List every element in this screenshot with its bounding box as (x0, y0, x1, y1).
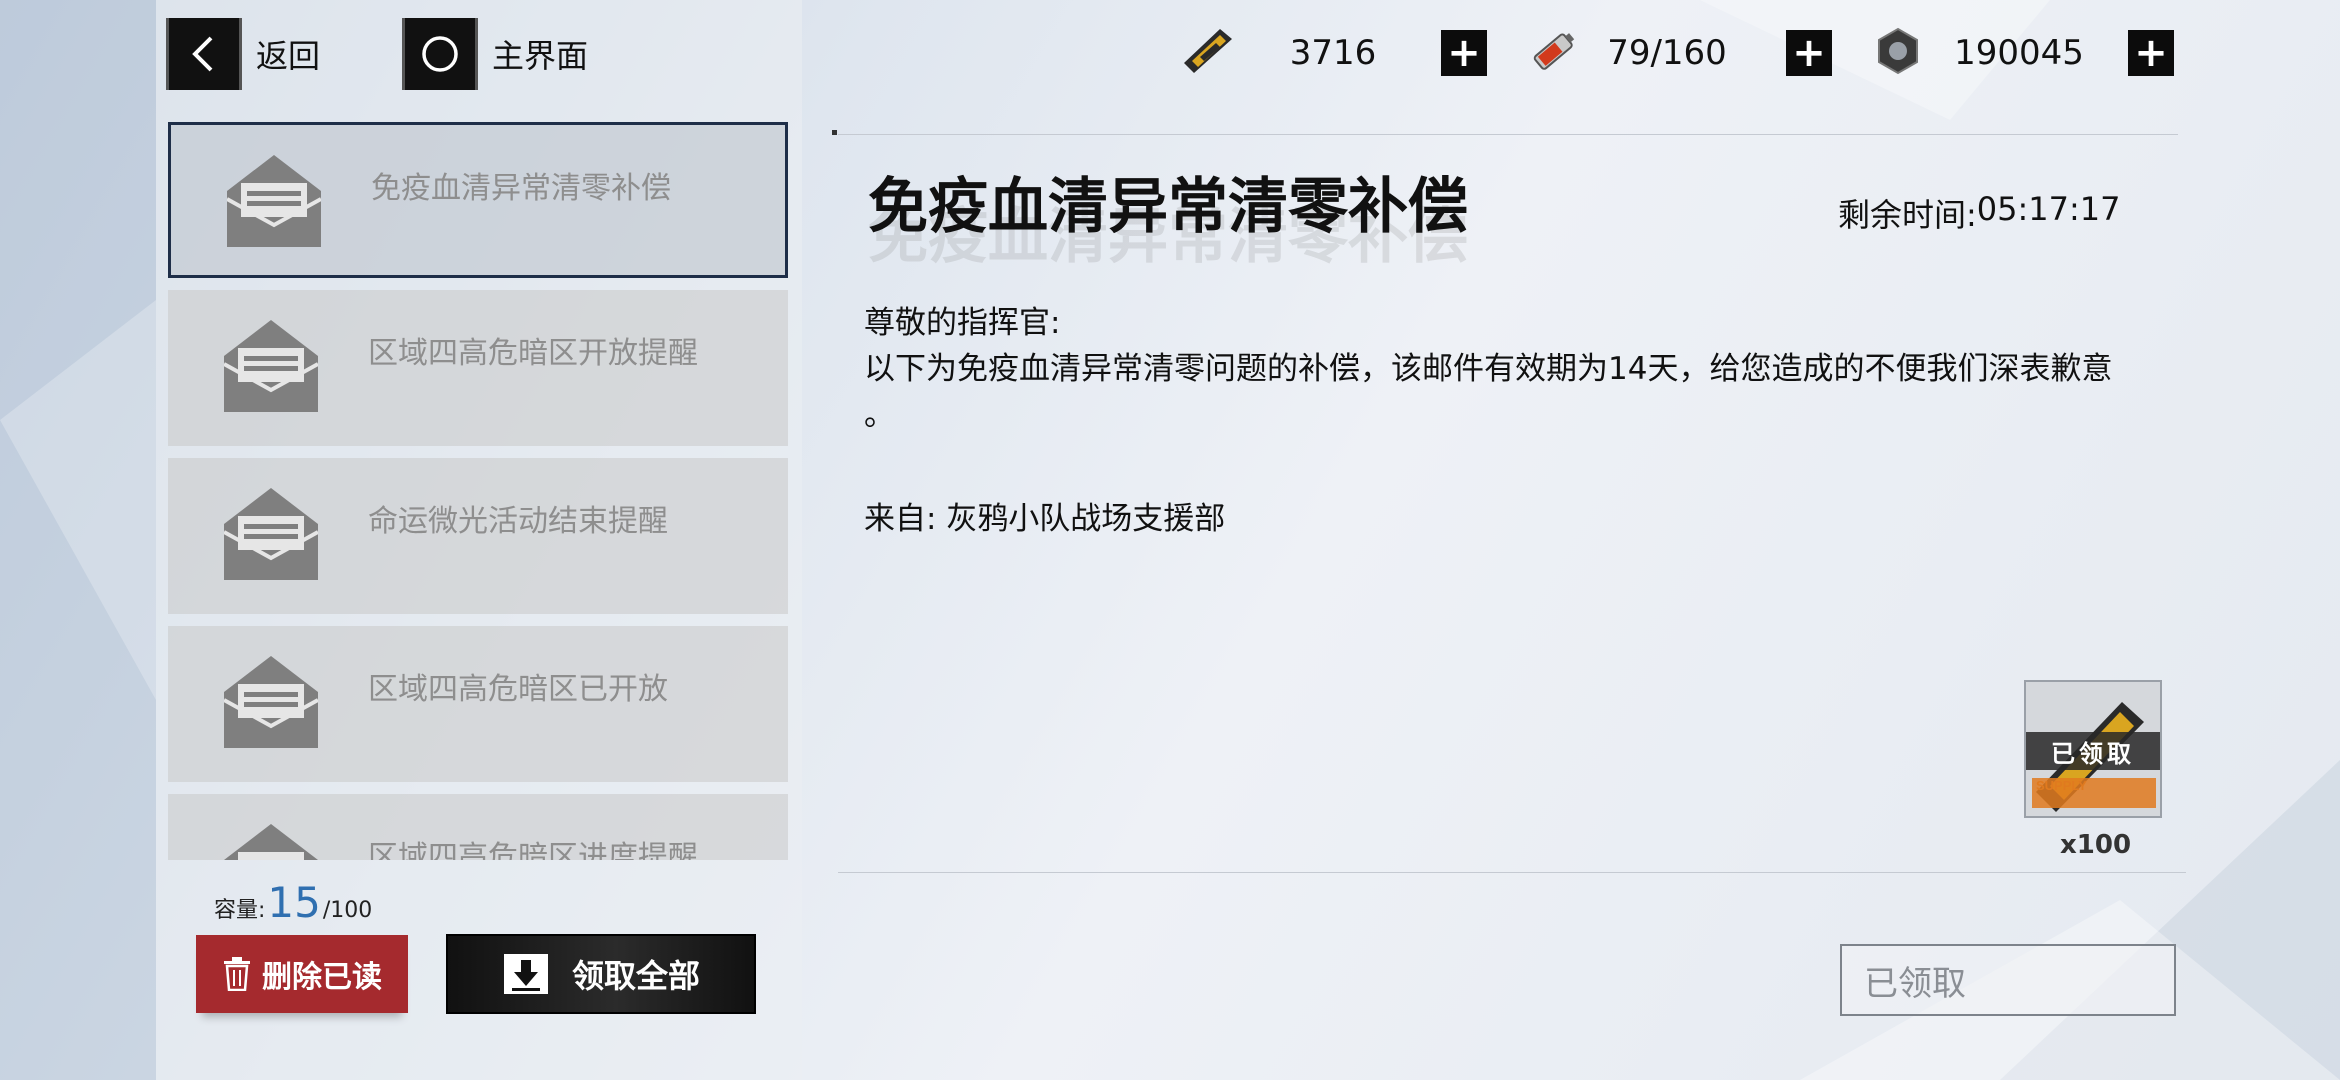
mail-item-selected[interactable]: 免疫血清异常清零补偿 (168, 122, 788, 278)
mail-item[interactable]: 命运微光活动结束提醒 (168, 458, 788, 614)
envelope-icon (223, 488, 319, 584)
home-label: 主界面 (492, 37, 589, 75)
resource-battery-value: 79/160 (1607, 33, 1727, 73)
detail-bottom-divider (838, 872, 2186, 873)
mail-item-title: 区域四高危暗区开放提醒 (368, 336, 698, 371)
capacity-label: 容量: (214, 898, 266, 923)
add-card-button[interactable]: + (1441, 30, 1487, 76)
home-circle-icon (402, 18, 478, 90)
remaining-time-label: 剩余时间: (1838, 196, 1977, 234)
resource-card: 3716 (1180, 22, 1428, 84)
back-chevron-icon (166, 18, 242, 90)
envelope-icon (224, 824, 318, 860)
mail-body: 尊敬的指挥官: 以下为免疫血清异常清零问题的补偿，该邮件有效期为14天，给您造成… (864, 300, 2164, 542)
envelope-icon (223, 320, 319, 416)
resource-nut-value: 190045 (1954, 33, 2084, 73)
claimed-button[interactable]: 已领取 (1840, 944, 2176, 1016)
claim-all-label: 领取全部 (571, 957, 700, 995)
envelope-icon (226, 155, 322, 251)
mail-sender: 来自: 灰鸦小队战场支援部 (864, 501, 1226, 537)
mail-item-title: 区域四高危暗区进度提醒 (368, 840, 698, 860)
detail-top-divider (838, 134, 2178, 135)
mail-item[interactable]: 区域四高危暗区开放提醒 (168, 290, 788, 446)
resource-nut: 190045 (1872, 22, 2114, 84)
download-icon (502, 952, 550, 996)
mail-item[interactable]: 区域四高危暗区进度提醒 (168, 794, 788, 860)
trash-icon (222, 957, 252, 991)
reward-card-text: SUPPLY (2036, 778, 2087, 793)
remaining-time: 剩余时间: 05:17:17 (1838, 190, 2121, 236)
envelope-icon (223, 656, 319, 752)
capacity-current: 15 (267, 878, 321, 927)
mail-title: 免疫血清异常清零补偿 (868, 172, 1468, 242)
battery-icon (1526, 23, 1582, 83)
home-button[interactable]: 主界面 (402, 18, 588, 90)
nut-icon (1872, 25, 1924, 81)
resource-battery: 79/160 (1526, 22, 1752, 84)
reward-item[interactable]: SUPPLY 已领取 (2024, 680, 2162, 818)
back-button[interactable]: 返回 (166, 18, 320, 90)
mail-item-title: 命运微光活动结束提醒 (368, 504, 668, 539)
remaining-time-value: 05:17:17 (1976, 190, 2121, 228)
divider-dot (832, 130, 837, 135)
back-label: 返回 (256, 37, 321, 75)
mailbox-capacity: 容量: 15 /100 (214, 878, 372, 927)
add-nut-button[interactable]: + (2128, 30, 2174, 76)
mail-item-title: 区域四高危暗区已开放 (368, 672, 668, 707)
add-battery-button[interactable]: + (1786, 30, 1832, 76)
mail-list[interactable]: 免疫血清异常清零补偿 区域四高危暗区开放提醒 命运微光活动结束提醒 区域四高危暗… (168, 122, 788, 860)
claim-all-button[interactable]: 领取全部 (446, 934, 756, 1014)
mail-item-title: 免疫血清异常清零补偿 (371, 171, 671, 206)
delete-read-button[interactable]: 删除已读 (196, 935, 408, 1013)
card-icon (1180, 23, 1238, 83)
mail-greeting: 尊敬的指挥官: (864, 305, 1061, 341)
mail-item[interactable]: 区域四高危暗区已开放 (168, 626, 788, 782)
reward-claimed-tag: 已领取 (2026, 732, 2160, 770)
resource-card-value: 3716 (1289, 33, 1377, 73)
delete-read-label: 删除已读 (262, 960, 382, 995)
capacity-max: /100 (322, 898, 373, 923)
mail-body-line: 以下为免疫血清异常清零问题的补偿，该邮件有效期为14天，给您造成的不便我们深表歉… (864, 351, 2113, 387)
mail-body-line: 。 (864, 397, 895, 433)
reward-quantity: x100 (2060, 830, 2132, 860)
